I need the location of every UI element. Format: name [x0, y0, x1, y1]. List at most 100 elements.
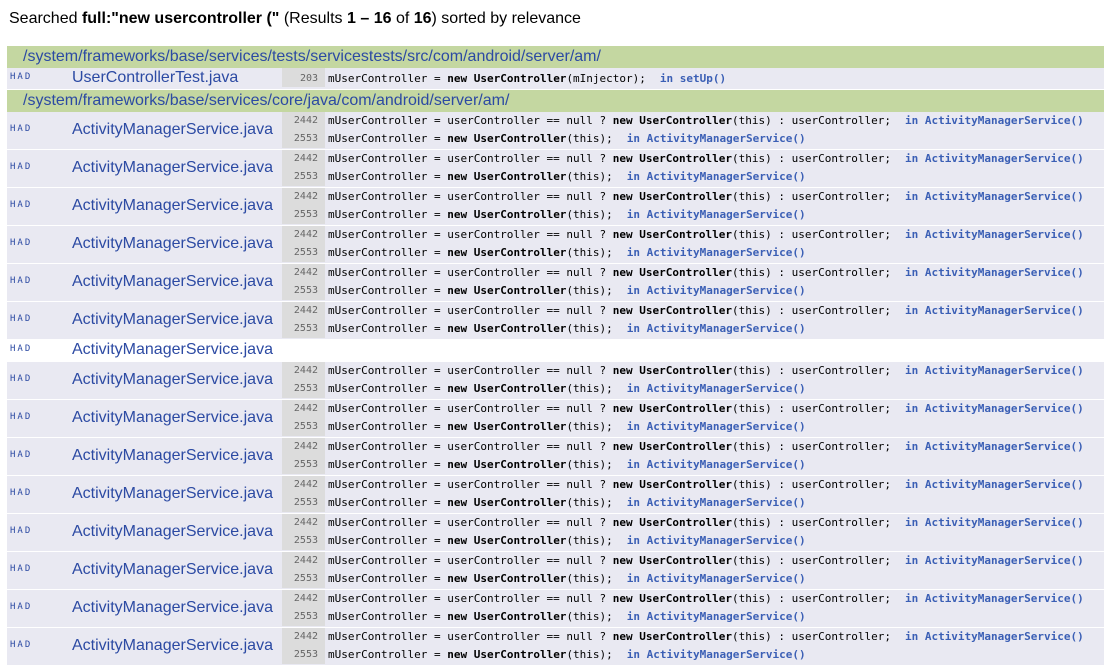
match-line[interactable]: 2442 mUserController = userController == … — [282, 264, 1084, 282]
line-number[interactable]: 2442 — [282, 400, 325, 418]
line-number[interactable]: 203 — [282, 68, 325, 87]
match-line[interactable]: 2553 mUserController = new UserController… — [282, 168, 1084, 186]
file-link[interactable]: ActivityManagerService.java — [72, 523, 273, 541]
line-number[interactable]: 2442 — [282, 514, 325, 532]
line-number[interactable]: 2442 — [282, 590, 325, 608]
line-number[interactable]: 2553 — [282, 380, 325, 398]
match-line[interactable]: 2442 mUserController = userController == … — [282, 514, 1084, 532]
match-line[interactable]: 2553 mUserController = new UserController… — [282, 244, 1084, 262]
file-link[interactable]: ActivityManagerService.java — [72, 121, 273, 139]
line-number[interactable]: 2442 — [282, 476, 325, 494]
match-line[interactable]: 2442 mUserController = userController == … — [282, 476, 1084, 494]
match-line[interactable]: 2553 mUserController = new UserController… — [282, 320, 1084, 338]
line-number[interactable]: 2553 — [282, 608, 325, 626]
history-annotate-download-links[interactable]: HAD — [10, 124, 32, 134]
history-annotate-download-links[interactable]: HAD — [10, 276, 32, 286]
directory-link[interactable]: /system/frameworks/base/services/core/ja… — [23, 92, 509, 109]
line-number[interactable]: 2442 — [282, 438, 325, 456]
match-line[interactable]: 2442 mUserController = userController == … — [282, 438, 1084, 456]
line-number[interactable]: 2553 — [282, 320, 325, 338]
match-line[interactable]: 2442 mUserController = userController == … — [282, 362, 1084, 380]
history-annotate-download-links[interactable]: HAD — [10, 238, 32, 248]
match-line[interactable]: 2442 mUserController = userController == … — [282, 302, 1084, 320]
scope-link[interactable]: in ActivityManagerService() — [905, 552, 1084, 570]
scope-link[interactable]: in ActivityManagerService() — [627, 206, 806, 224]
match-line[interactable]: 2442 mUserController = userController == … — [282, 112, 1084, 130]
file-link[interactable]: ActivityManagerService.java — [72, 447, 273, 465]
match-line[interactable]: 2553 mUserController = new UserController… — [282, 380, 1084, 398]
line-number[interactable]: 2553 — [282, 570, 325, 588]
line-number[interactable]: 2442 — [282, 188, 325, 206]
scope-link[interactable]: in ActivityManagerService() — [627, 244, 806, 262]
history-annotate-download-links[interactable]: HAD — [10, 162, 32, 172]
match-line[interactable]: 2553 mUserController = new UserController… — [282, 418, 1084, 436]
match-line[interactable]: 2442 mUserController = userController == … — [282, 400, 1084, 418]
line-number[interactable]: 2553 — [282, 130, 325, 148]
scope-link[interactable]: in ActivityManagerService() — [627, 282, 806, 300]
match-line[interactable]: 203 mUserController = new UserController(… — [282, 68, 726, 87]
match-line[interactable]: 2442 mUserController = userController == … — [282, 150, 1084, 168]
scope-link[interactable]: in ActivityManagerService() — [627, 646, 806, 664]
history-annotate-download-links[interactable]: HAD — [10, 602, 32, 612]
history-annotate-download-links[interactable]: HAD — [10, 374, 32, 384]
match-line[interactable]: 2442 mUserController = userController == … — [282, 552, 1084, 570]
scope-link[interactable]: in ActivityManagerService() — [905, 628, 1084, 646]
match-line[interactable]: 2442 mUserController = userController == … — [282, 628, 1084, 646]
file-link[interactable]: ActivityManagerService.java — [72, 599, 273, 617]
scope-link[interactable]: in ActivityManagerService() — [905, 514, 1084, 532]
match-line[interactable]: 2553 mUserController = new UserController… — [282, 206, 1084, 224]
line-number[interactable]: 2442 — [282, 302, 325, 320]
history-annotate-download-links[interactable]: HAD — [10, 488, 32, 498]
match-line[interactable]: 2553 mUserController = new UserController… — [282, 494, 1084, 512]
line-number[interactable]: 2553 — [282, 206, 325, 224]
file-link[interactable]: UserControllerTest.java — [72, 69, 238, 87]
file-link[interactable]: ActivityManagerService.java — [72, 341, 273, 359]
line-number[interactable]: 2442 — [282, 226, 325, 244]
line-number[interactable]: 2553 — [282, 646, 325, 664]
file-link[interactable]: ActivityManagerService.java — [72, 311, 273, 329]
match-line[interactable]: 2442 mUserController = userController == … — [282, 590, 1084, 608]
line-number[interactable]: 2553 — [282, 456, 325, 474]
match-line[interactable]: 2553 mUserController = new UserController… — [282, 646, 1084, 664]
file-link[interactable]: ActivityManagerService.java — [72, 159, 273, 177]
scope-link[interactable]: in ActivityManagerService() — [627, 456, 806, 474]
scope-link[interactable]: in ActivityManagerService() — [627, 608, 806, 626]
history-annotate-download-links[interactable]: HAD — [10, 412, 32, 422]
scope-link[interactable]: in ActivityManagerService() — [627, 320, 806, 338]
history-annotate-download-links[interactable]: HAD — [10, 314, 32, 324]
line-number[interactable]: 2442 — [282, 362, 325, 380]
match-line[interactable]: 2442 mUserController = userController == … — [282, 226, 1084, 244]
file-link[interactable]: ActivityManagerService.java — [72, 561, 273, 579]
scope-link[interactable]: in ActivityManagerService() — [627, 130, 806, 148]
scope-link[interactable]: in ActivityManagerService() — [905, 150, 1084, 168]
scope-link[interactable]: in ActivityManagerService() — [627, 532, 806, 550]
scope-link[interactable]: in ActivityManagerService() — [905, 400, 1084, 418]
history-annotate-download-links[interactable]: HAD — [10, 450, 32, 460]
history-annotate-download-links[interactable]: HAD — [10, 200, 32, 210]
match-line[interactable]: 2553 mUserController = new UserController… — [282, 532, 1084, 550]
scope-link[interactable]: in ActivityManagerService() — [627, 168, 806, 186]
scope-link[interactable]: in ActivityManagerService() — [627, 570, 806, 588]
line-number[interactable]: 2553 — [282, 282, 325, 300]
scope-link[interactable]: in ActivityManagerService() — [905, 188, 1084, 206]
scope-link[interactable]: in setUp() — [660, 68, 726, 87]
scope-link[interactable]: in ActivityManagerService() — [627, 418, 806, 436]
file-link[interactable]: ActivityManagerService.java — [72, 235, 273, 253]
line-number[interactable]: 2442 — [282, 628, 325, 646]
line-number[interactable]: 2553 — [282, 244, 325, 262]
history-annotate-download-links[interactable]: HAD — [10, 344, 32, 354]
line-number[interactable]: 2442 — [282, 552, 325, 570]
match-line[interactable]: 2442 mUserController = userController == … — [282, 188, 1084, 206]
file-link[interactable]: ActivityManagerService.java — [72, 197, 273, 215]
scope-link[interactable]: in ActivityManagerService() — [627, 494, 806, 512]
file-link[interactable]: ActivityManagerService.java — [72, 371, 273, 389]
file-link[interactable]: ActivityManagerService.java — [72, 409, 273, 427]
scope-link[interactable]: in ActivityManagerService() — [627, 380, 806, 398]
line-number[interactable]: 2442 — [282, 112, 325, 130]
line-number[interactable]: 2553 — [282, 168, 325, 186]
scope-link[interactable]: in ActivityManagerService() — [905, 226, 1084, 244]
match-line[interactable]: 2553 mUserController = new UserController… — [282, 456, 1084, 474]
line-number[interactable]: 2553 — [282, 532, 325, 550]
line-number[interactable]: 2553 — [282, 494, 325, 512]
line-number[interactable]: 2442 — [282, 150, 325, 168]
